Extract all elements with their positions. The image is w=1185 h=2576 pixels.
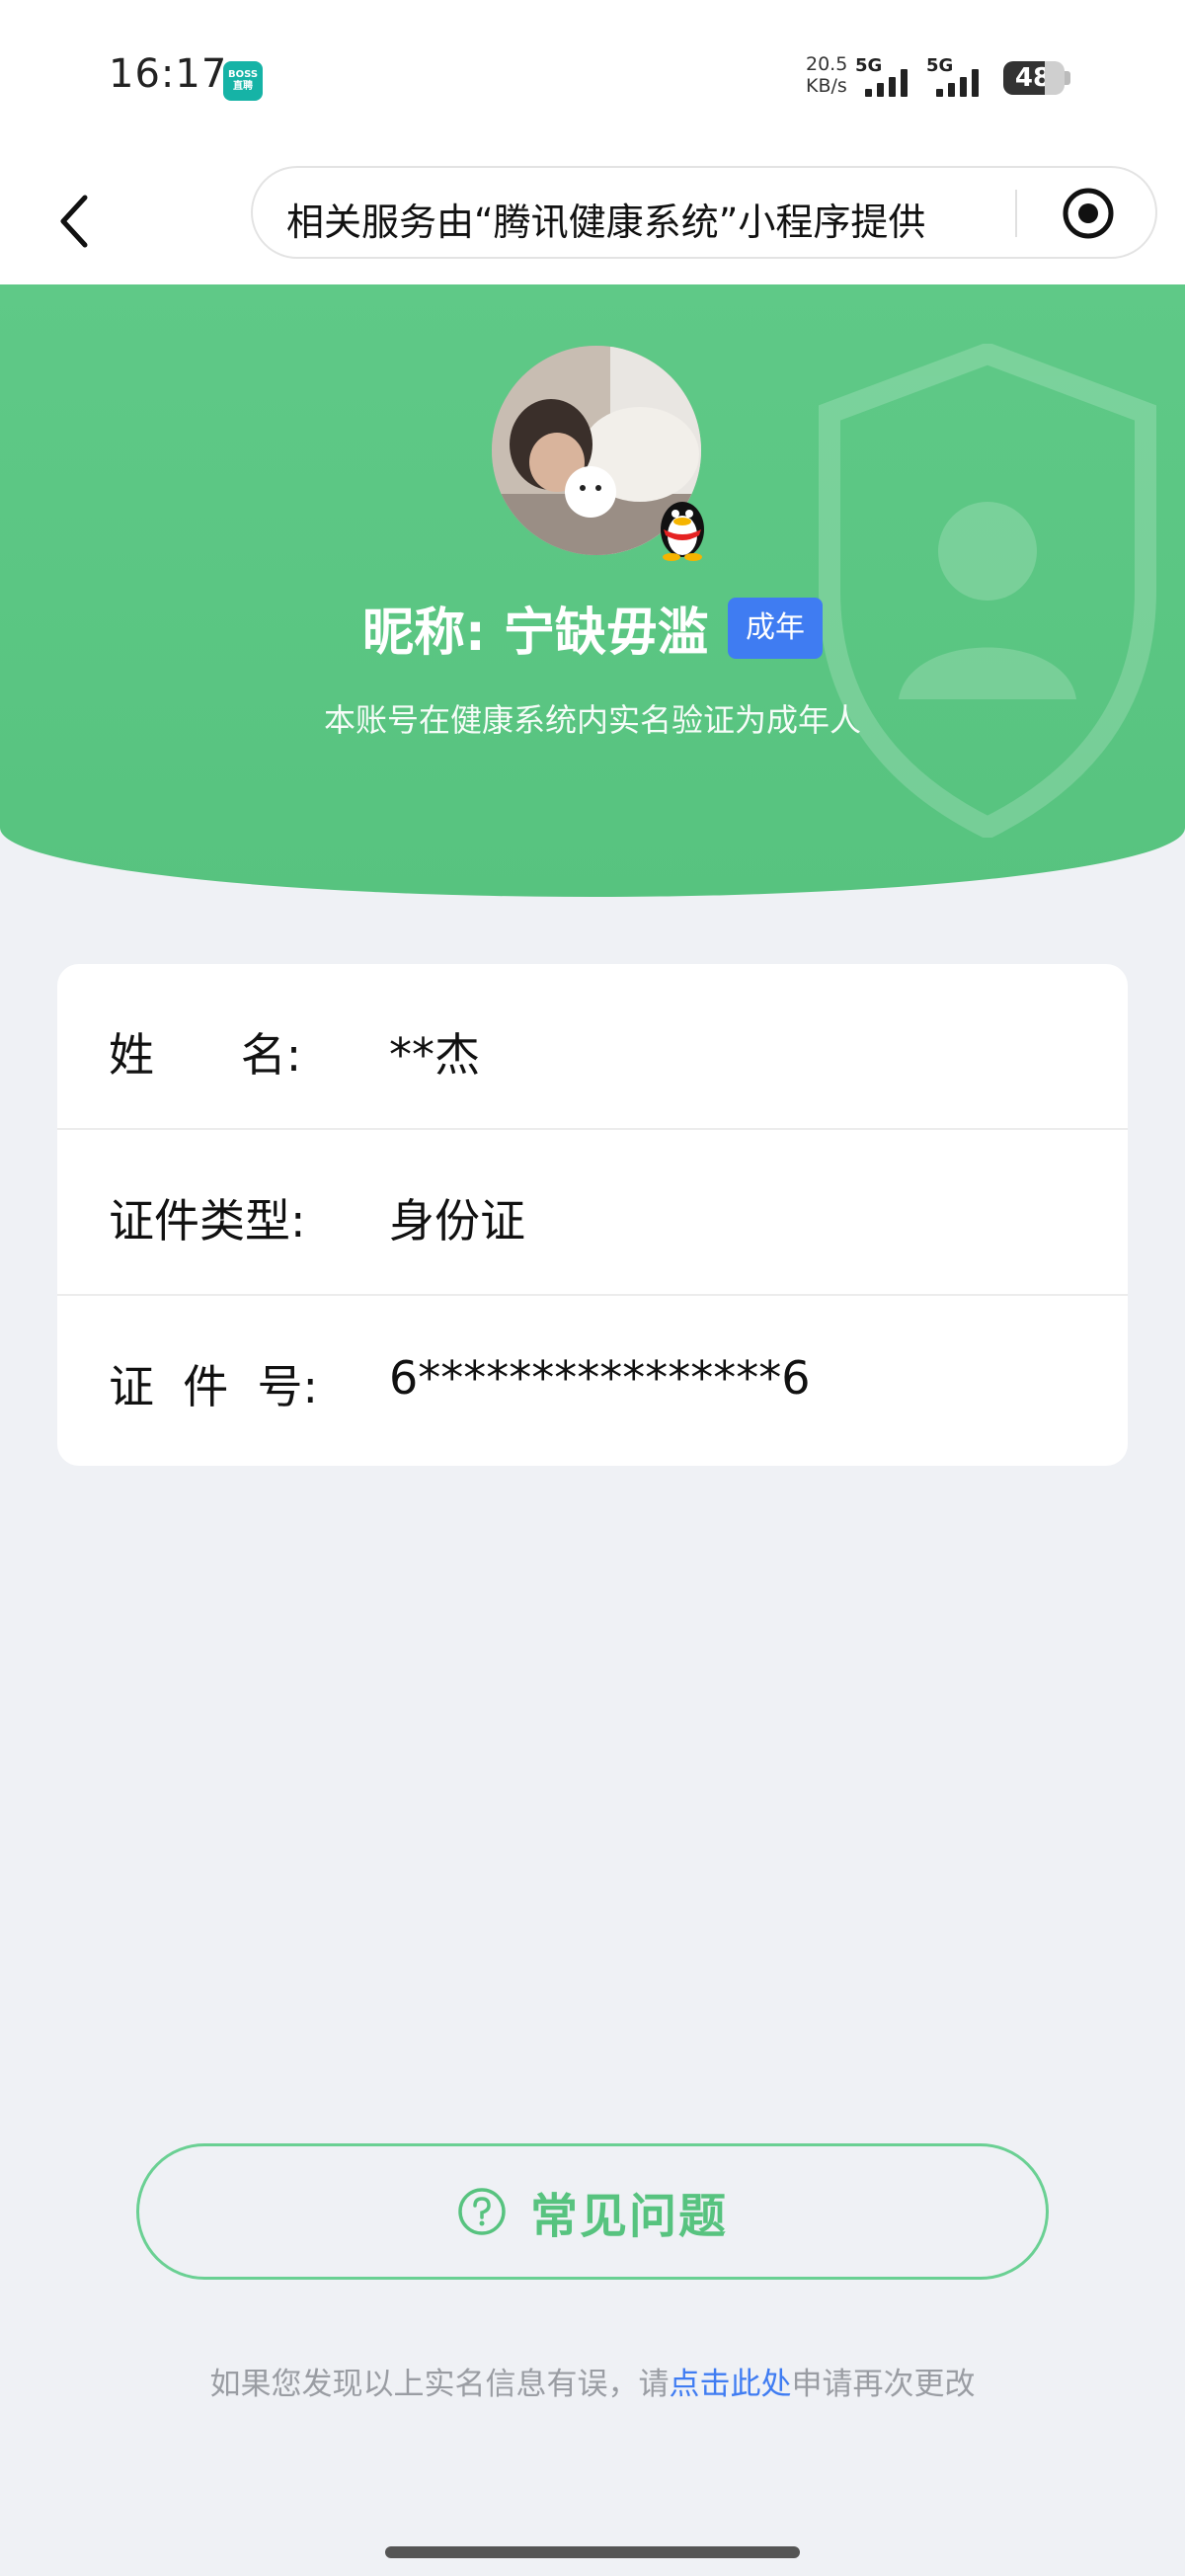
chevron-left-icon: [60, 195, 88, 248]
faq-label: 常见问题: [529, 2189, 728, 2244]
info-row-id-number: 证 件 号: 6****************6: [57, 1296, 1128, 1462]
net-speed: 20.5 KB/s: [806, 53, 847, 97]
faq-button[interactable]: 常见问题: [136, 2143, 1049, 2280]
avatar: [492, 346, 704, 561]
signal-icon-sim2: 5G: [926, 55, 989, 99]
info-value: 身份证: [389, 1194, 525, 1248]
nickname-row: 昵称: 宁缺毋滥 成年: [0, 591, 1185, 665]
net-speed-unit: KB/s: [806, 75, 847, 97]
verification-note: 本账号在健康系统内实名验证为成年人: [323, 701, 861, 739]
home-indicator[interactable]: [385, 2546, 800, 2558]
info-row-name: 姓 名: **杰: [57, 964, 1128, 1130]
status-time: 16:17: [109, 51, 228, 97]
capsule-divider: [1015, 190, 1017, 237]
close-mini-program-button[interactable]: [1061, 186, 1116, 241]
profile-header: 昵称: 宁缺毋滥 成年 本账号在健康系统内实名验证为成年人: [0, 284, 1185, 897]
real-name-info-card: 姓 名: **杰 证件类型: 身份证 证 件 号: 6*************…: [57, 964, 1128, 1466]
net-speed-value: 20.5: [806, 53, 848, 75]
info-value: 6****************6: [389, 1351, 811, 1405]
status-bar: 16:17 BOSS 直聘 20.5 KB/s 5G 5G 48: [0, 0, 1185, 158]
adult-badge: 成年: [728, 597, 823, 659]
footer-suffix: 申请再次更改: [791, 2367, 976, 2402]
info-value: **杰: [389, 1028, 480, 1082]
question-circle-icon: [458, 2188, 506, 2235]
info-label: 姓 名:: [109, 1028, 302, 1082]
app-badge-bottom: 直聘: [233, 81, 253, 92]
target-circle-icon: [1063, 188, 1114, 239]
mini-program-capsule: 相关服务由“腾讯健康系统”小程序提供: [251, 166, 1157, 259]
info-row-id-type: 证件类型: 身份证: [57, 1130, 1128, 1296]
qq-penguin-icon: [661, 502, 704, 561]
battery-empty-part: [1045, 61, 1065, 95]
nickname: 昵称: 宁缺毋滥: [362, 604, 709, 663]
back-button[interactable]: [40, 186, 111, 257]
nav-bar: 相关服务由“腾讯健康系统”小程序提供: [0, 158, 1185, 284]
app-badge-top: BOSS: [227, 69, 259, 80]
footer-note: 如果您发现以上实名信息有误，请点击此处申请再次更改: [0, 2359, 1185, 2403]
battery-tip: [1065, 71, 1070, 85]
click-here-link[interactable]: 点击此处: [670, 2367, 792, 2402]
footer-prefix: 如果您发现以上实名信息有误，请: [209, 2367, 670, 2402]
info-label: 证 件 号:: [109, 1360, 318, 1413]
signal-icon-sim1: 5G: [855, 55, 918, 99]
service-notice: 相关服务由“腾讯健康系统”小程序提供: [286, 201, 926, 244]
boss-app-icon: BOSS 直聘: [223, 61, 263, 101]
info-label: 证件类型:: [109, 1194, 306, 1248]
